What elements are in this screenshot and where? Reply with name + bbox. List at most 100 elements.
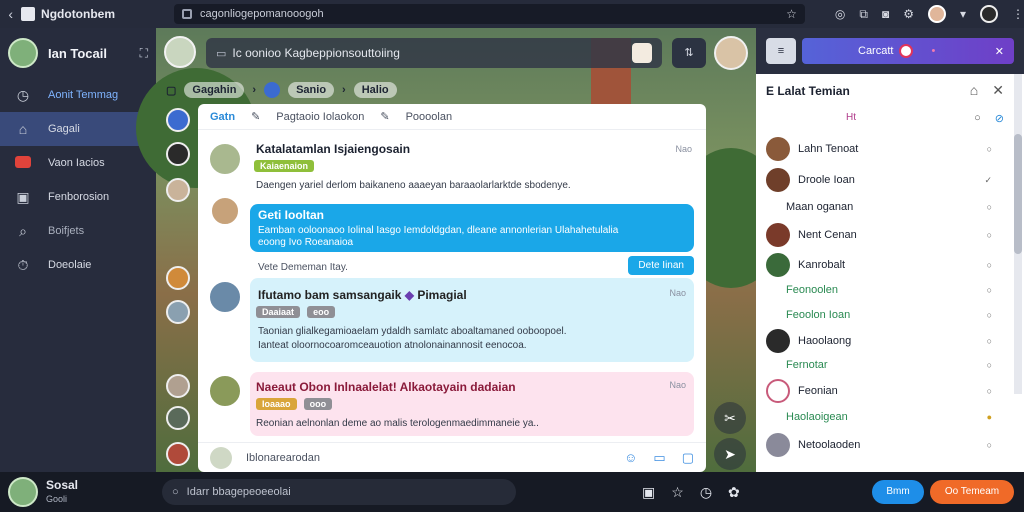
- dropdown-icon[interactable]: ▾: [960, 7, 966, 21]
- author-avatar[interactable]: [208, 374, 242, 408]
- compose-input[interactable]: Iblonarearodan: [246, 452, 320, 464]
- image-icon[interactable]: ▭: [653, 450, 665, 466]
- status-icon: ○: [986, 310, 992, 320]
- url-text: cagonliogepomanooogoh: [200, 8, 324, 20]
- clock-icon[interactable]: ◷: [700, 484, 712, 501]
- reply-button[interactable]: Dete Iinan: [628, 256, 694, 275]
- channel-chip[interactable]: Halio: [353, 82, 397, 98]
- contact-row[interactable]: Lahn Tenoat ○: [756, 136, 1012, 162]
- top-search-bar[interactable]: ▭ Ic oonioo Kagbeppionsouttoiing: [206, 38, 662, 68]
- channel-avatar[interactable]: [164, 36, 196, 68]
- site-icon: [182, 9, 193, 19]
- browser-actions: ◎ ⧉ ◙ ⚙ ▾ ⋮: [835, 5, 1024, 23]
- sidebar-item-recent[interactable]: ◷ Aonit Temmag: [0, 78, 156, 112]
- author-avatar[interactable]: [208, 280, 242, 314]
- bookmark-star-icon[interactable]: ☆: [786, 7, 797, 21]
- close-icon[interactable]: ✕: [992, 82, 1004, 99]
- status-icon: ✓: [984, 174, 992, 185]
- tab-pinned[interactable]: Pagtaoio Iolaokon: [276, 111, 364, 123]
- contact-row[interactable]: Feonian ○: [756, 378, 1012, 404]
- nav-avatar[interactable]: [166, 142, 190, 166]
- contacts-filter[interactable]: Ht: [846, 112, 856, 123]
- home-icon[interactable]: ⌂: [970, 82, 978, 99]
- sidebar-item-gallery[interactable]: ▣ Fenborosion: [0, 180, 156, 214]
- nav-avatar[interactable]: [166, 406, 190, 430]
- settings-icon[interactable]: ⚙: [903, 7, 914, 21]
- link-icon[interactable]: ⊘: [995, 112, 1004, 125]
- globe-icon: [264, 82, 281, 98]
- tab-general[interactable]: Gatn: [210, 111, 235, 123]
- chevron-right-icon: ›: [252, 84, 257, 96]
- nav-avatar[interactable]: [166, 442, 190, 466]
- compose-bar[interactable]: Iblonarearodan ☺ ▭ ▢: [198, 442, 706, 472]
- tab-posts[interactable]: Poooolan: [406, 111, 453, 123]
- profile-avatar[interactable]: [927, 5, 946, 23]
- purple-badge-icon: ◆: [404, 288, 414, 302]
- sidebar-item-alarm[interactable]: ⏱ Doeolaie: [0, 248, 156, 282]
- emoji-icon[interactable]: ☺: [624, 450, 637, 466]
- contact-row[interactable]: Nent Cenan ○: [756, 222, 1012, 248]
- contact-row[interactable]: Haolaoigean ●: [756, 404, 1012, 430]
- contact-row[interactable]: Haoolaong ○: [756, 328, 1012, 354]
- camera-icon[interactable]: ◙: [882, 7, 889, 21]
- url-bar[interactable]: cagonliogepomanooogoh ☆: [174, 4, 805, 24]
- message-icon[interactable]: ▣: [642, 484, 655, 501]
- account-avatar[interactable]: [980, 5, 999, 23]
- tools-button[interactable]: ✂: [714, 402, 746, 434]
- contact-row[interactable]: Fernotar ○: [756, 352, 1012, 378]
- author-avatar[interactable]: [208, 142, 242, 176]
- status-icon: ○: [986, 336, 992, 346]
- status-icon: ○: [986, 386, 992, 396]
- contact-row[interactable]: Feoolon Ioan ○: [756, 302, 1012, 328]
- contacts-scrollbar[interactable]: [1014, 74, 1022, 394]
- contact-row[interactable]: Kanrobalt ○: [756, 252, 1012, 278]
- contact-name: Netoolaoden: [798, 439, 861, 451]
- sidebar-item-flag[interactable]: Vaon Iacios: [0, 146, 156, 180]
- tag-row: Kaiaenaion: [254, 160, 318, 172]
- reply-note: Vete Dememan Itay.: [258, 262, 348, 273]
- user-avatar[interactable]: [8, 38, 38, 68]
- nav-avatar[interactable]: [166, 300, 190, 324]
- star-icon[interactable]: ☆: [671, 484, 684, 501]
- bottom-search-input[interactable]: ○ Idarr bbagepeoeeolai: [162, 479, 517, 505]
- contacts-actions: ⌂ ✕: [970, 82, 1004, 99]
- message-body: eoong Ivo Roeanaioa: [258, 237, 354, 248]
- channel-chip[interactable]: Gagahin: [184, 82, 245, 98]
- send-button[interactable]: ➤: [714, 438, 746, 470]
- channel-chip[interactable]: Sanio: [288, 82, 335, 98]
- message-tag: ooo: [303, 398, 333, 410]
- share-button[interactable]: ⇅: [672, 38, 706, 68]
- circle-icon[interactable]: ○: [974, 112, 981, 125]
- gear-icon[interactable]: ✿: [728, 484, 740, 501]
- friend-avatar[interactable]: [714, 36, 748, 70]
- tabs-icon[interactable]: ⧉: [859, 7, 868, 22]
- contact-row[interactable]: Netoolaoden ○: [756, 432, 1012, 458]
- attach-icon[interactable]: ▢: [682, 450, 694, 466]
- check-circle-icon[interactable]: ◎: [835, 7, 845, 21]
- pin-icon: ✎: [380, 111, 390, 123]
- contact-row[interactable]: Droole Ioan ✓: [756, 167, 1012, 193]
- nav-avatar[interactable]: [166, 178, 190, 202]
- back-arrow-icon[interactable]: ‹: [0, 6, 21, 22]
- contact-row[interactable]: Feonoolen ○: [756, 277, 1012, 303]
- primary-button[interactable]: Bmm: [872, 480, 924, 504]
- emoji-icon[interactable]: [632, 43, 652, 63]
- sidebar-item-search[interactable]: ⌕ Boifjets: [0, 214, 156, 248]
- menu-button[interactable]: ≡: [766, 38, 796, 64]
- contact-row[interactable]: Maan oganan ○: [756, 194, 1012, 220]
- chat-icon[interactable]: ▢: [166, 84, 176, 97]
- scrollbar-thumb[interactable]: [1014, 134, 1022, 254]
- more-icon[interactable]: ⋮: [1012, 7, 1024, 21]
- author-avatar[interactable]: [210, 196, 240, 226]
- nav-avatar[interactable]: [166, 266, 190, 290]
- contact-avatar: [766, 168, 790, 192]
- contacts-header-bar[interactable]: Carcatt • ✕: [802, 38, 1014, 64]
- self-avatar[interactable]: [8, 477, 38, 507]
- secondary-button[interactable]: Oo Temeam: [930, 480, 1014, 504]
- nav-avatar[interactable]: [166, 374, 190, 398]
- close-icon[interactable]: ✕: [995, 45, 1004, 58]
- sidebar-item-home[interactable]: ⌂ Gagali: [0, 112, 156, 146]
- nav-avatar[interactable]: [166, 108, 190, 132]
- message-tag: Ioaaao: [256, 398, 297, 410]
- options-icon[interactable]: ⛶: [140, 46, 148, 61]
